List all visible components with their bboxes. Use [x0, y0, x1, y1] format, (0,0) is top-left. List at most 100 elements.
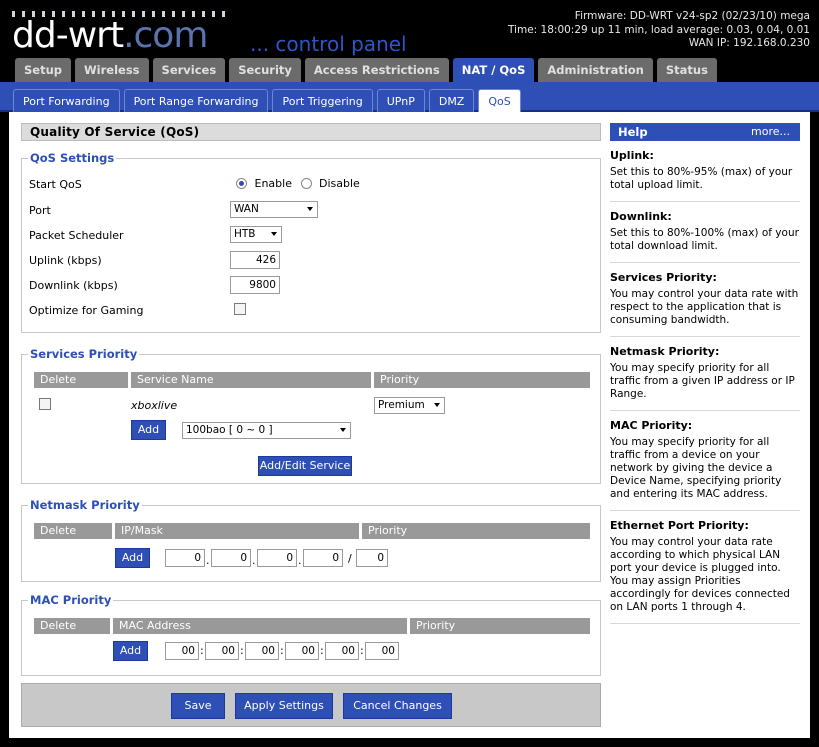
- mac-separator: :: [320, 644, 324, 657]
- netmask-priority-legend: Netmask Priority: [28, 498, 142, 512]
- subtab-qos[interactable]: QoS: [478, 89, 521, 112]
- help-section-body: Set this to 80%-100% (max) of your total…: [610, 227, 799, 252]
- subtab-port-triggering[interactable]: Port Triggering: [272, 89, 373, 112]
- start-qos-label: Start QoS: [29, 178, 82, 191]
- ip-octet-3-input[interactable]: 0: [257, 549, 297, 567]
- qos-settings-section: QoS Settings Start QoS Enable Disable Po…: [21, 151, 601, 333]
- services-delete-header: Delete: [34, 372, 128, 388]
- disable-radio[interactable]: [301, 178, 313, 189]
- ip-separator: .: [206, 554, 210, 567]
- tab-administration[interactable]: Administration: [538, 58, 653, 83]
- mac-octet-6-input[interactable]: 00: [365, 642, 399, 660]
- netmask-delete-header: Delete: [34, 523, 112, 539]
- uplink-input[interactable]: 426: [230, 251, 280, 269]
- help-section-title: Netmask Priority:: [610, 345, 720, 358]
- tab-status[interactable]: Status: [656, 58, 717, 83]
- scheduler-label: Packet Scheduler: [29, 229, 124, 242]
- tab-security[interactable]: Security: [229, 58, 301, 83]
- netmask-priority-header: Priority: [362, 523, 590, 539]
- port-label: Port: [29, 204, 51, 217]
- ip-octet-4-input[interactable]: 0: [303, 549, 343, 567]
- help-panel: Help more... Uplink: Set this to 80%-95% …: [610, 123, 800, 624]
- subtab-upnp[interactable]: UPnP: [376, 89, 425, 112]
- mac-separator: :: [360, 644, 364, 657]
- service-priority-value: Premium: [378, 399, 425, 411]
- mac-delete-header: Delete: [34, 618, 110, 634]
- tab-services[interactable]: Services: [152, 58, 226, 83]
- tab-setup[interactable]: Setup: [15, 58, 71, 83]
- ip-separator: .: [252, 554, 256, 567]
- wan-ip-info: WAN IP: 192.168.0.230: [688, 37, 810, 49]
- page-title: Quality Of Service (QoS): [21, 123, 601, 141]
- add-netmask-button[interactable]: Add: [115, 548, 150, 568]
- help-section-body: You may specify priority for all traffic…: [610, 436, 782, 500]
- tab-wireless[interactable]: Wireless: [75, 58, 149, 83]
- downlink-label: Downlink (kbps): [29, 279, 118, 292]
- services-priority-legend: Services Priority: [28, 347, 140, 361]
- services-priority-section: Services Priority Delete Service Name Pr…: [21, 347, 601, 484]
- save-button[interactable]: Save: [171, 693, 225, 719]
- help-section-mac-priority: MAC Priority: You may specify priority fo…: [610, 411, 800, 511]
- help-section-ethernet-port-priority: Ethernet Port Priority: You may control y…: [610, 511, 800, 624]
- chevron-down-icon: [271, 232, 277, 236]
- help-section-body: Set this to 80%-95% (max) of your total …: [610, 166, 793, 191]
- delete-service-checkbox[interactable]: [39, 398, 51, 410]
- add-edit-service-button[interactable]: Add/Edit Service: [258, 456, 352, 476]
- enable-radio[interactable]: [236, 178, 247, 189]
- main-tabs: Setup Wireless Services Security Access …: [15, 58, 717, 83]
- mac-octet-4-input[interactable]: 00: [285, 642, 319, 660]
- qos-settings-legend: QoS Settings: [28, 151, 117, 165]
- start-qos-radio-group: Enable Disable: [236, 177, 360, 190]
- help-section-body: You may control your data rate with resp…: [610, 288, 799, 326]
- firmware-info: Firmware: DD-WRT v24-sp2 (02/23/10) mega: [574, 10, 810, 22]
- help-section-services-priority: Services Priority: You may control your d…: [610, 263, 800, 337]
- mac-octet-3-input[interactable]: 00: [245, 642, 279, 660]
- header: dd-wrt.com ... control panel Firmware: D…: [0, 0, 819, 58]
- gaming-checkbox[interactable]: [234, 303, 246, 315]
- router-info: Firmware: DD-WRT v24-sp2 (02/23/10) mega…: [508, 10, 810, 51]
- cancel-changes-button[interactable]: Cancel Changes: [343, 693, 452, 719]
- help-more-link[interactable]: more...: [751, 123, 790, 141]
- chevron-down-icon: [434, 403, 440, 407]
- subtab-dmz[interactable]: DMZ: [428, 89, 475, 112]
- subtab-port-forwarding[interactable]: Port Forwarding: [13, 89, 120, 112]
- ipmask-header: IP/Mask: [115, 523, 359, 539]
- help-section-downlink: Downlink: Set this to 80%-100% (max) of y…: [610, 202, 800, 263]
- help-section-body: You may specify priority for all traffic…: [610, 362, 795, 400]
- enable-label: Enable: [254, 177, 292, 190]
- mask-input[interactable]: 0: [356, 549, 388, 567]
- ip-separator: .: [298, 554, 302, 567]
- mac-octet-2-input[interactable]: 00: [205, 642, 239, 660]
- footer-button-bar: Save Apply Settings Cancel Changes: [21, 683, 601, 727]
- chevron-down-icon: [307, 207, 313, 211]
- service-name-header: Service Name: [131, 372, 371, 388]
- mask-separator: /: [348, 552, 352, 565]
- mac-priority-header: Priority: [410, 618, 590, 634]
- tab-nat-qos[interactable]: NAT / QoS: [452, 58, 535, 83]
- add-mac-button[interactable]: Add: [113, 641, 148, 661]
- help-section-title: Ethernet Port Priority:: [610, 519, 749, 532]
- tab-access-restrictions[interactable]: Access Restrictions: [304, 58, 449, 83]
- service-priority-select[interactable]: Premium: [374, 397, 445, 414]
- uptime-info: Time: 18:00:29 up 11 min, load average: …: [507, 23, 810, 36]
- mac-priority-section: MAC Priority Delete MAC Address Priority…: [21, 593, 601, 676]
- mac-octet-5-input[interactable]: 00: [325, 642, 359, 660]
- subtab-port-range-forwarding[interactable]: Port Range Forwarding: [123, 89, 269, 112]
- ip-octet-2-input[interactable]: 0: [211, 549, 251, 567]
- help-section-title: MAC Priority:: [610, 419, 693, 432]
- mac-octet-1-input[interactable]: 00: [165, 642, 199, 660]
- mac-separator: :: [240, 644, 244, 657]
- netmask-priority-section: Netmask Priority Delete IP/Mask Priority…: [21, 498, 601, 582]
- mac-priority-legend: MAC Priority: [28, 593, 114, 607]
- apply-settings-button[interactable]: Apply Settings: [235, 693, 333, 719]
- scheduler-select[interactable]: HTB: [230, 226, 282, 243]
- help-section-netmask-priority: Netmask Priority: You may specify priorit…: [610, 337, 800, 411]
- service-select[interactable]: 100bao [ 0 ~ 0 ]: [182, 422, 351, 439]
- ip-octet-1-input[interactable]: 0: [165, 549, 205, 567]
- port-select[interactable]: WAN: [230, 201, 318, 218]
- add-service-button[interactable]: Add: [131, 420, 166, 440]
- content-area: Quality Of Service (QoS) QoS Settings St…: [21, 123, 601, 676]
- help-title: Help: [618, 125, 648, 139]
- help-section-uplink: Uplink: Set this to 80%-95% (max) of your…: [610, 141, 800, 202]
- downlink-input[interactable]: 9800: [230, 276, 280, 294]
